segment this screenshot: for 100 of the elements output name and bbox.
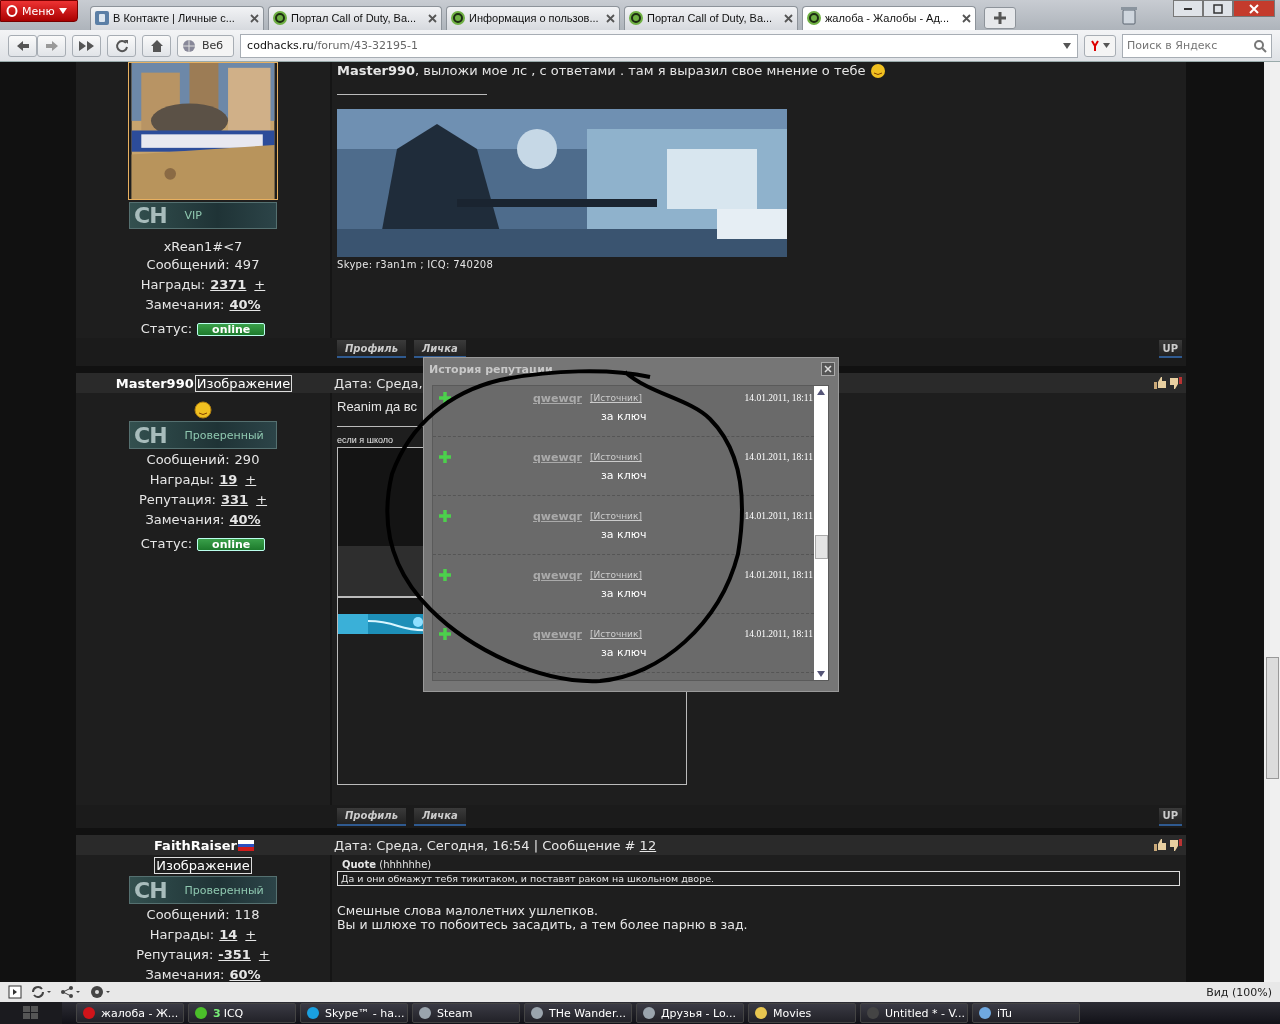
fast-forward-button[interactable]	[72, 34, 101, 57]
thumbs-down-icon[interactable]	[1170, 377, 1182, 389]
stat-label: Сообщений:	[146, 256, 230, 274]
browser-tab[interactable]: Портал Call of Duty, Ba...	[268, 5, 442, 30]
plus-link[interactable]: +	[245, 471, 257, 489]
browser-tab[interactable]: Портал Call of Duty, Ba...	[624, 5, 798, 30]
close-icon[interactable]	[962, 13, 971, 23]
post-action-button[interactable]: Профиль	[337, 340, 406, 358]
back-arrow-icon	[15, 39, 30, 52]
plus-link[interactable]: +	[258, 946, 270, 964]
up-arrow-icon[interactable]	[817, 389, 825, 395]
minimize-button[interactable]	[1173, 0, 1203, 17]
stat-label: Награды:	[149, 926, 215, 944]
up-button[interactable]: UP	[1158, 807, 1182, 826]
sync-icon[interactable]	[30, 985, 52, 999]
online-badge: online	[197, 537, 266, 551]
caret-icon[interactable]	[1063, 42, 1071, 49]
home-button[interactable]	[142, 34, 171, 57]
stat-label: Сообщений:	[146, 451, 230, 469]
stat-label: Репутация:	[138, 491, 216, 509]
thumbs-down-icon[interactable]	[1170, 839, 1182, 851]
stat-link[interactable]: 14	[219, 926, 238, 944]
share-icon[interactable]	[60, 985, 82, 999]
taskbar-item[interactable]: Movies	[748, 1003, 856, 1023]
stat-label: Замечания:	[145, 511, 225, 529]
back-button[interactable]	[8, 34, 37, 57]
stat-label: Замечания:	[145, 296, 225, 314]
stat-value: 290	[234, 451, 260, 469]
maximize-icon	[1213, 3, 1223, 14]
plus-link[interactable]: +	[254, 276, 266, 294]
close-icon[interactable]	[784, 13, 793, 23]
stat-link[interactable]: 331	[221, 491, 249, 509]
scroll-thumb[interactable]	[1266, 657, 1279, 779]
up-button[interactable]: UP	[1158, 340, 1182, 358]
browser-tab[interactable]: Информация о пользов...	[446, 5, 620, 30]
post-text: Reanim да вс	[337, 399, 418, 414]
taskbar-item[interactable]: iTu	[972, 1003, 1080, 1023]
close-button[interactable]	[821, 362, 835, 376]
search-engine-button[interactable]	[1084, 34, 1116, 57]
close-icon[interactable]	[606, 13, 615, 23]
stat-link[interactable]: 60%	[229, 966, 261, 982]
close-icon[interactable]	[250, 13, 259, 23]
maximize-button[interactable]	[1203, 0, 1233, 17]
thumbs-up-icon[interactable]	[1154, 377, 1166, 389]
menu-button[interactable]: Меню	[0, 0, 78, 22]
start-button[interactable]	[0, 1002, 62, 1024]
stat-link[interactable]: 2371	[210, 276, 247, 294]
plus-link[interactable]: +	[245, 926, 257, 944]
dial-icon[interactable]	[90, 985, 112, 999]
taskbar-item[interactable]: Untitled * - V...	[860, 1003, 968, 1023]
quote-text: Да и они обмажут тебя тикитаком, и поставят раком на школьном дворе.	[337, 871, 1180, 886]
browser-tab[interactable]: В Контакте | Личные с...	[90, 5, 264, 30]
plus-link[interactable]: +	[256, 491, 268, 509]
thumbs-up-icon[interactable]	[1154, 839, 1166, 851]
stat-link[interactable]: -351	[218, 946, 251, 964]
plus-icon	[438, 627, 452, 641]
stat-link[interactable]: 40%	[229, 296, 261, 314]
panel-icon[interactable]	[8, 985, 22, 999]
close-icon[interactable]	[428, 13, 437, 23]
taskbar-item[interactable]: THe Wander...	[524, 1003, 632, 1023]
post-action-button[interactable]: Личка	[414, 340, 466, 358]
rank-mark: CH	[134, 202, 167, 228]
search-field[interactable]: Поиск в Яндекс	[1122, 33, 1272, 58]
reload-button[interactable]	[107, 34, 136, 57]
stat-link[interactable]: 40%	[229, 511, 261, 529]
entry-comment: за ключ	[600, 528, 648, 541]
scroll-thumb[interactable]	[814, 535, 828, 559]
rank-label: Проверенный	[184, 428, 264, 442]
stat-value: 497	[234, 256, 260, 274]
taskbar-item[interactable]: 3 ICQ	[188, 1003, 296, 1023]
web-button[interactable]: Веб	[177, 34, 235, 57]
rank-mark: CH	[134, 422, 167, 448]
entry-comment: за ключ	[600, 587, 648, 600]
address-field[interactable]: codhacks.ru/forum/43-32195-1	[240, 33, 1078, 58]
browser-tab[interactable]: жалоба - Жалобы - Ад...	[802, 5, 976, 30]
post-action-button[interactable]: Личка	[414, 807, 466, 826]
post-date: Дата: Среда, Сегодня, 16:54 | Сообщение #	[334, 837, 637, 853]
taskbar-item[interactable]: Steam	[412, 1003, 520, 1023]
caret-icon	[1103, 43, 1110, 48]
post-action-button[interactable]: Профиль	[337, 807, 406, 826]
entry-date: 14.01.2011, 18:11	[744, 452, 813, 462]
taskbar-item[interactable]: жалоба - Ж...	[76, 1003, 184, 1023]
close-button[interactable]	[1233, 0, 1275, 17]
post-number-link[interactable]: 12	[639, 837, 657, 853]
entry-comment: за ключ	[600, 410, 648, 423]
taskbar-item[interactable]: Друзья - Lo...	[636, 1003, 744, 1023]
scrollbar[interactable]	[814, 386, 828, 680]
online-badge: online	[197, 322, 266, 336]
taskbar-item[interactable]: Skype™ - ha...	[300, 1003, 408, 1023]
stat-link[interactable]: 19	[219, 471, 238, 489]
author-name[interactable]: Master990	[115, 375, 194, 391]
scrollbar[interactable]	[1264, 62, 1280, 982]
zoom-control[interactable]: Вид (100%)	[1206, 985, 1272, 999]
down-arrow-icon[interactable]	[817, 671, 825, 677]
entry-date: 14.01.2011, 18:11	[744, 629, 813, 639]
author-name[interactable]: FaithRaiser	[154, 837, 237, 853]
search-icon[interactable]	[1253, 38, 1267, 53]
entry-comment: за ключ	[600, 646, 648, 659]
new-tab-button[interactable]	[984, 6, 1016, 29]
entry-date: 14.01.2011, 18:11	[744, 570, 813, 580]
